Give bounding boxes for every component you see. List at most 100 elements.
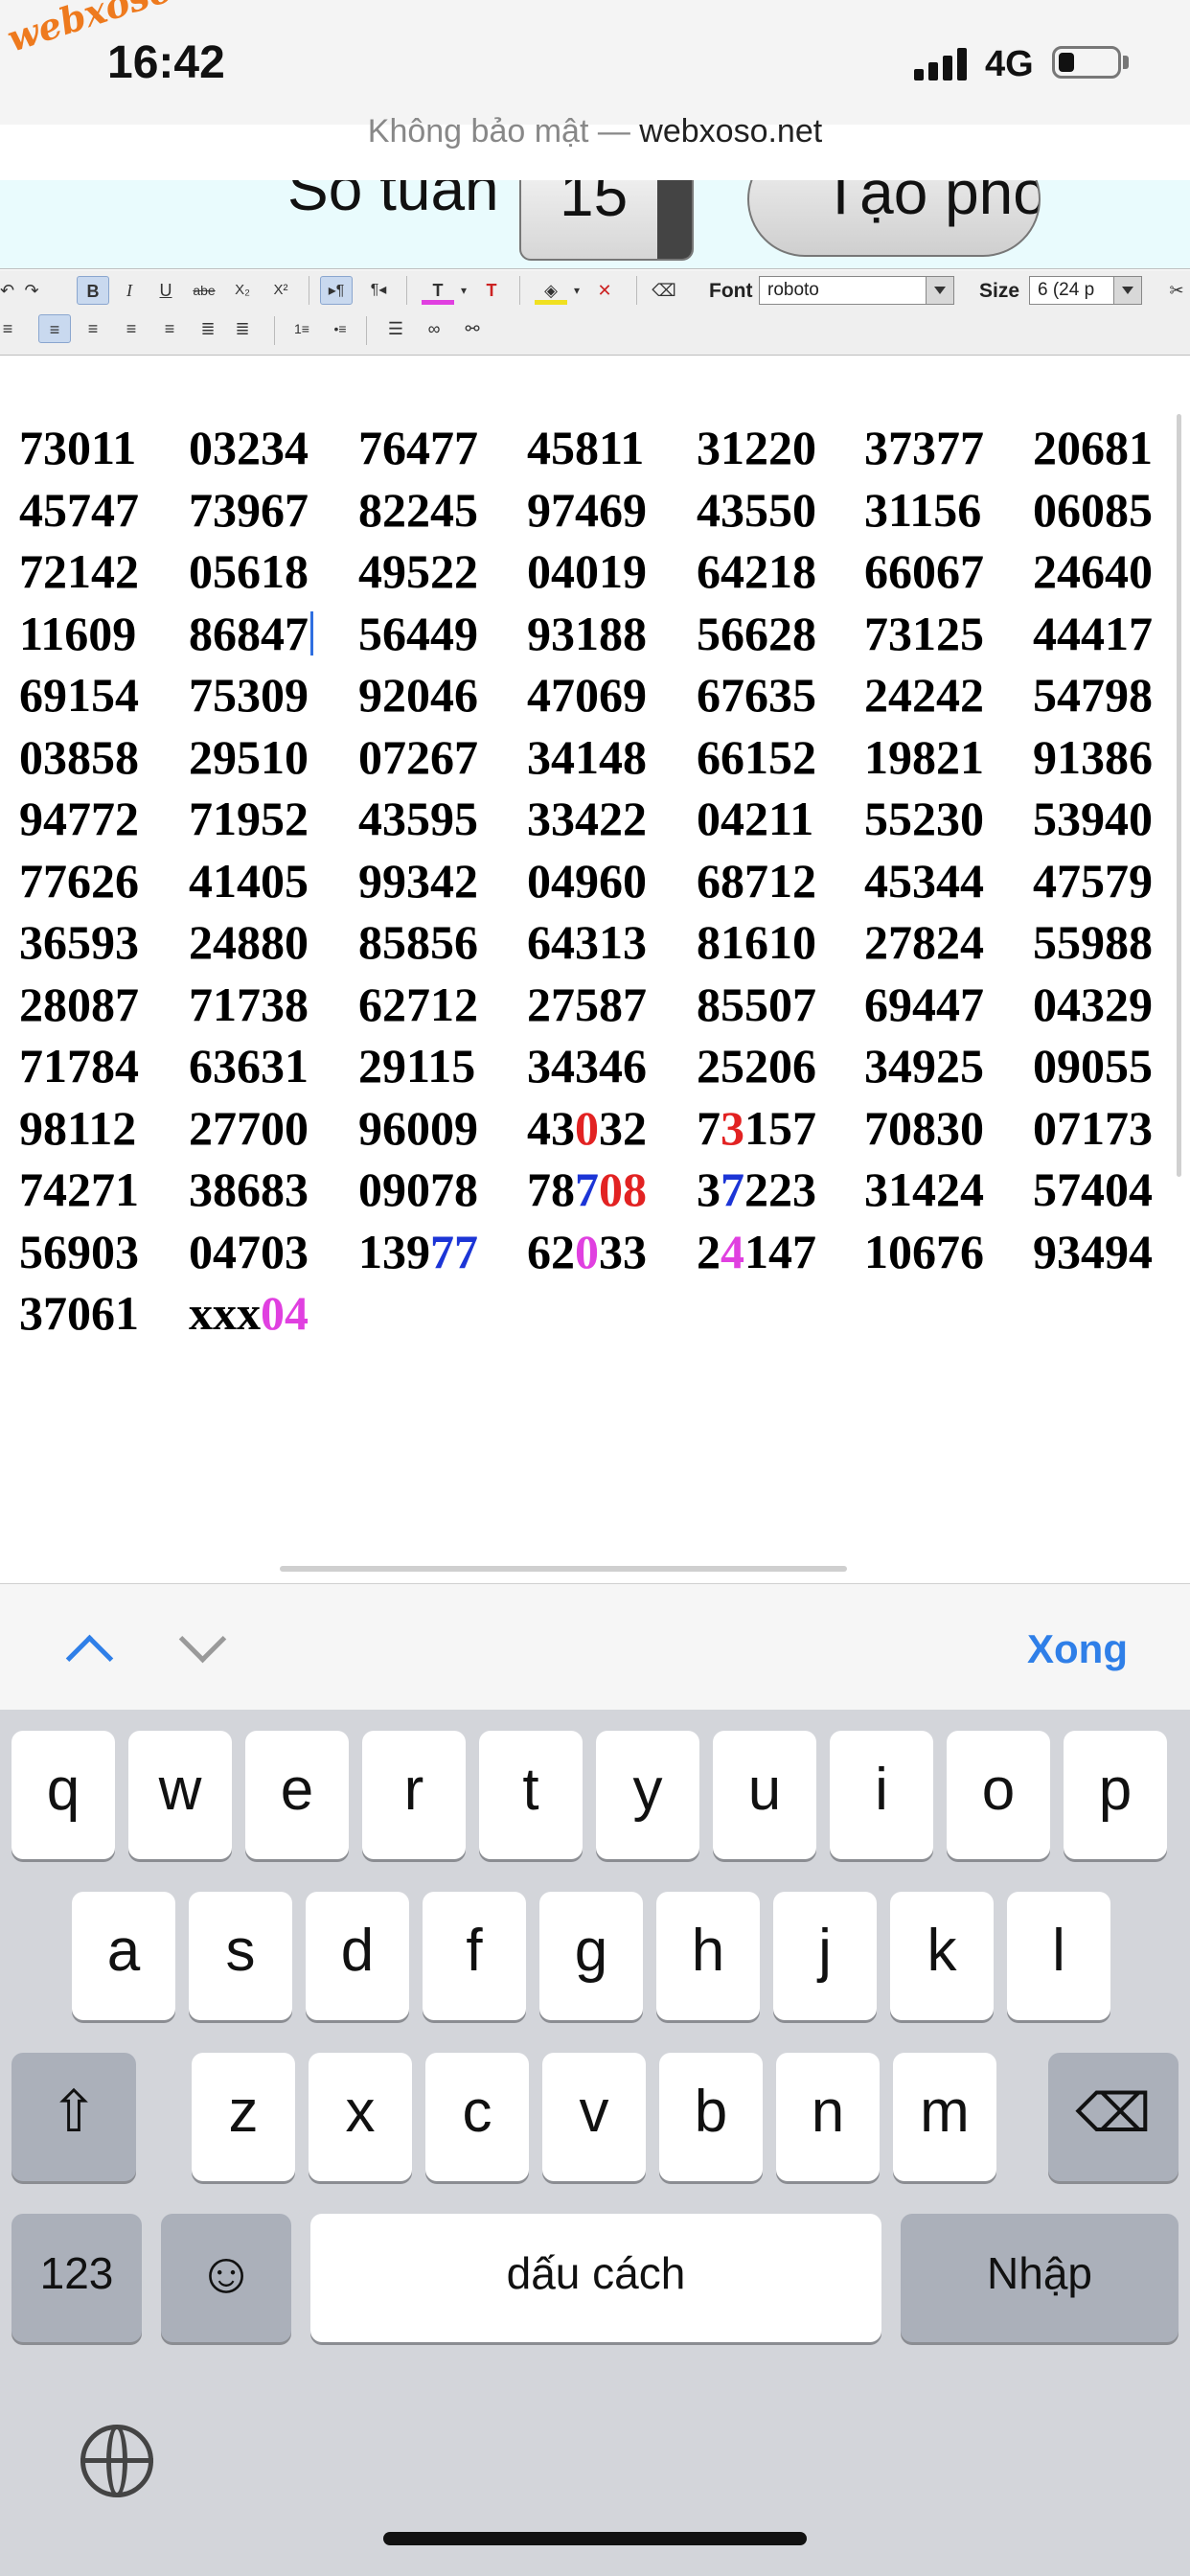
previous-field-chevron-up-icon[interactable] [67,1632,105,1670]
scrollbar[interactable] [1177,414,1181,1177]
horizontal-rule-icon[interactable]: ☰ [379,314,412,343]
key-c[interactable]: c [425,2053,529,2181]
number-cell: 53940 [1033,792,1153,845]
number-grid: 73011 03234 76477 45811 31220 37377 20681 45747… [19,420,1169,1347]
number-row: 71784 63631 29115 34346 25206 34925 09055 [19,1038,1169,1100]
italic-icon[interactable]: I [113,276,146,305]
strikethrough-icon[interactable]: abe [188,276,220,305]
ltr-icon[interactable]: ▸¶ [320,276,353,305]
subscript-icon[interactable]: X₂ [226,276,259,305]
justify-icon[interactable]: ≡ [153,314,186,343]
key-d[interactable]: d [306,1892,409,2020]
number-cell: 76477 [358,421,478,474]
justify-left-icon[interactable]: ≡ [38,314,71,343]
number-row: 11609 86847 56449 93188 56628 73125 44417 [19,606,1169,668]
key-i[interactable]: i [830,1731,933,1859]
number-cell: 44417 [1033,606,1153,660]
align-left-partial-icon[interactable]: ≡ [0,314,15,343]
weeks-label: Số tuần [287,180,499,223]
number-cell: 03858 [19,729,139,784]
key-l[interactable]: l [1007,1892,1110,2020]
indent-icon[interactable]: ≣ [226,314,259,343]
justify-full-icon[interactable]: ≣ [192,314,224,343]
key-h[interactable]: h [656,1892,760,2020]
ordered-list-icon[interactable]: 1≡ [286,314,318,343]
link-icon[interactable]: ∞ [418,314,450,343]
key-t[interactable]: t [479,1731,583,1859]
key-f[interactable]: f [423,1892,526,2020]
text-color-dropdown-icon[interactable]: ▾ [456,276,471,305]
key-b[interactable]: b [659,2053,763,2181]
remove-color-icon[interactable]: T [475,276,508,305]
bullet-list-icon[interactable]: •≡ [324,314,356,343]
highlight-icon[interactable]: ◈ [535,276,567,305]
key-o[interactable]: o [947,1731,1050,1859]
return-key[interactable]: Nhập [901,2214,1179,2342]
number-cell: 73157 [697,1100,816,1155]
number-cell: 69154 [19,668,139,722]
number-cell: 04211 [697,792,814,845]
backspace-key[interactable]: ⌫ [1048,2053,1179,2181]
key-q[interactable]: q [11,1731,115,1859]
key-a[interactable]: a [72,1892,175,2020]
superscript-icon[interactable]: X² [264,276,297,305]
underline-icon[interactable]: U [149,276,182,305]
number-cell: 20681 [1033,421,1153,474]
space-key[interactable]: dấu cách [310,2214,881,2342]
key-r[interactable]: r [362,1731,466,1859]
highlight-dropdown-icon[interactable]: ▾ [569,276,584,305]
key-w[interactable]: w [128,1731,232,1859]
weeks-select[interactable]: 15 [519,180,694,261]
url-bar[interactable]: Không bảo mật — webxoso.net [0,113,1190,150]
font-select[interactable]: roboto [759,276,954,305]
undo-icon[interactable]: ↶ [0,276,14,305]
align-right-icon[interactable]: ≡ [115,314,148,343]
done-button[interactable]: Xong [1027,1626,1128,1672]
create-button[interactable]: Tạo phỏ [747,180,1041,257]
number-cell: 57404 [1033,1162,1153,1216]
number-cell: 24242 [864,668,984,722]
key-m[interactable]: m [893,2053,996,2181]
key-j[interactable]: j [773,1892,877,2020]
number-cell: 92046 [358,668,478,722]
number-cell: 37223 [697,1162,816,1216]
key-p[interactable]: p [1064,1731,1167,1859]
key-e[interactable]: e [245,1731,349,1859]
next-field-chevron-down-icon[interactable] [180,1613,218,1651]
key-k[interactable]: k [890,1892,994,2020]
bold-icon[interactable]: B [77,276,109,305]
size-select[interactable]: 6 (24 p [1029,276,1142,305]
key-s[interactable]: s [189,1892,292,2020]
key-u[interactable]: u [713,1731,816,1859]
numbers-key[interactable]: 123 [11,2214,142,2342]
rtl-icon[interactable]: ¶◂ [362,276,395,305]
key-v[interactable]: v [542,2053,646,2181]
key-n[interactable]: n [776,2053,880,2181]
key-z[interactable]: z [192,2053,295,2181]
number-cell: 73967 [189,482,309,537]
cut-icon[interactable]: ✂ [1163,276,1190,305]
emoji-key[interactable]: ☺ [161,2214,291,2342]
number-cell: 31156 [864,482,982,537]
key-x[interactable]: x [309,2053,412,2181]
key-y[interactable]: y [596,1731,699,1859]
editor-content[interactable]: 73011 03234 76477 45811 31220 37377 20681 45747… [0,356,1190,1583]
page-scroll-indicator [280,1566,847,1572]
number-cell: 29510 [189,729,309,784]
globe-icon[interactable] [80,2425,153,2497]
font-select-value: roboto [767,280,819,300]
number-cell: 06085 [1033,482,1153,537]
number-cell: 85507 [697,977,816,1031]
text-color-icon[interactable]: T [422,276,454,305]
number-cell: 62712 [358,977,478,1031]
number-cell: 71784 [19,1039,139,1092]
remove-highlight-icon[interactable]: ✕ [588,276,621,305]
key-g[interactable]: g [539,1892,643,2020]
number-cell: 34148 [527,729,647,784]
unlink-icon[interactable]: ⚯ [456,314,489,343]
align-center-icon[interactable]: ≡ [77,314,109,343]
eraser-icon[interactable]: ⌫ [648,276,680,305]
redo-icon[interactable]: ↷ [19,276,44,305]
number-cell: 75309 [189,668,309,722]
shift-key[interactable]: ⇧ [11,2053,136,2181]
